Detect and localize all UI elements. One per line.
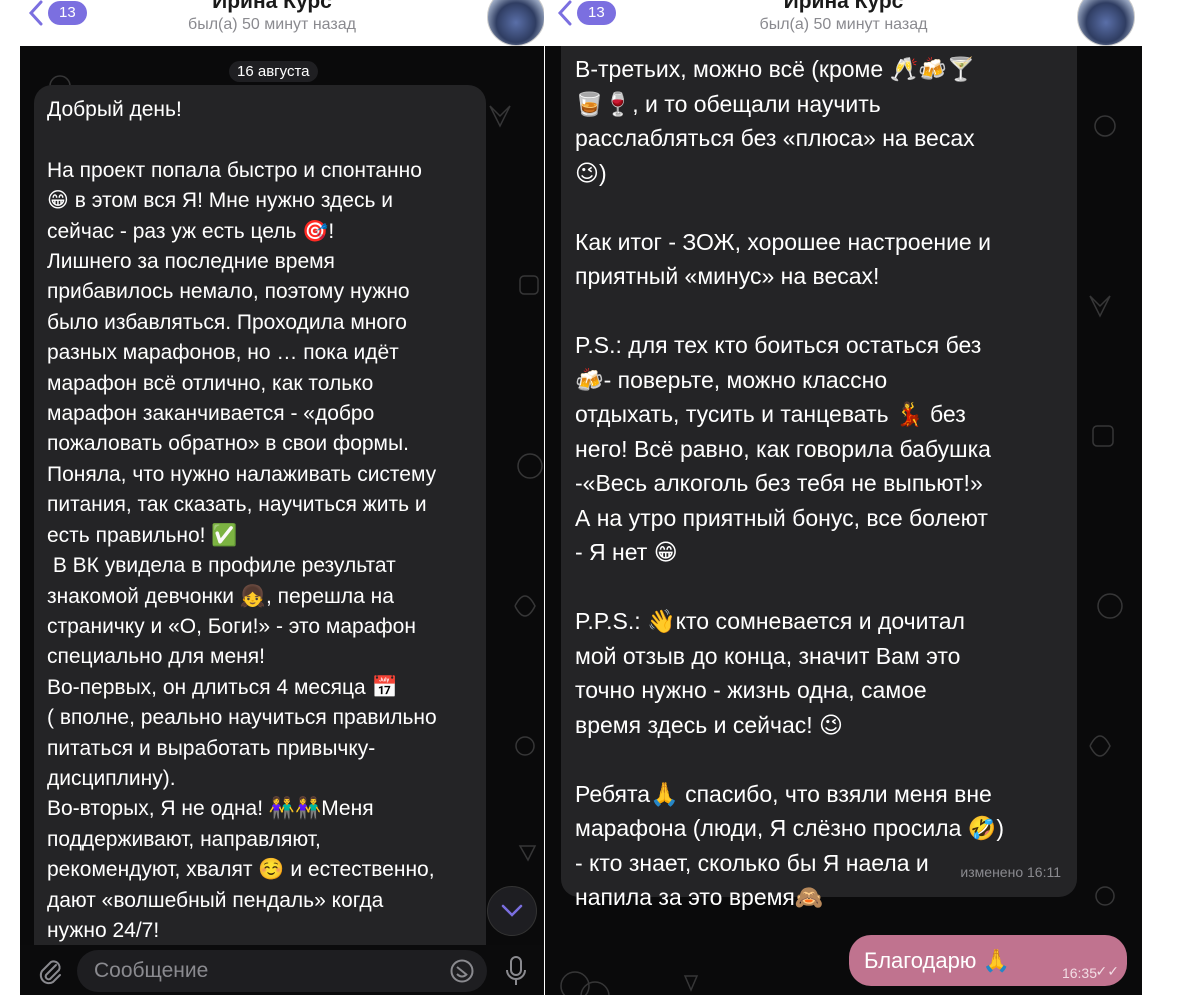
message-line: питания, так сказать, научиться жить и (47, 493, 427, 517)
message-time: 16:35 (1061, 965, 1097, 981)
message-line: P.P.S.: 👋кто сомневается и дочитал (575, 608, 965, 634)
message-line: Лишнего за последние время (47, 250, 335, 274)
message-line: пожаловать обратно» в свои формы. (47, 432, 409, 456)
message-line: расслабляться без «плюса» на весах (575, 125, 975, 151)
message-line: Во-первых, он длиться 4 месяца 📅 (47, 675, 398, 699)
contact-status: был(а) 50 минут назад (188, 16, 356, 33)
read-checkmarks-icon: ✓✓ (1095, 963, 1119, 979)
incoming-message[interactable]: Добрый день! На проект попала быстро и с… (34, 85, 486, 965)
message-line: мой отзыв до конца, значит Вам это (575, 642, 961, 669)
message-line: 🍻- поверьте, можно классно (575, 366, 888, 393)
message-line: - Я нет 😁 (575, 539, 678, 565)
message-line (47, 125, 486, 155)
message-line: него! Всё равно, как говорила бабушка (575, 435, 991, 462)
message-line: Ребята🙏 спасибо, что взяли меня вне (575, 780, 992, 807)
message-line: есть правильно! ✅ (47, 523, 238, 547)
screen-edge (1142, 0, 1179, 995)
sticker-icon[interactable] (449, 958, 475, 984)
message-line: марафон всё отлично, как только (47, 371, 374, 395)
message-input-bar: Сообщение (20, 945, 544, 995)
message-line: точно нужно - жизнь одна, самое (575, 677, 927, 703)
chat-screen-right: В-третьих, можно всё (кроме 🥂🍻🍸 🥃🍷, и то … (545, 0, 1142, 995)
message-line: разных марафонов, но … пока идёт (47, 341, 399, 365)
message-line: сейчас - раз уж есть цель 🎯! (47, 219, 335, 243)
message-line: прибавилось немало, поэтому нужно (47, 280, 410, 304)
message-line: В-третьих, можно всё (кроме 🥂🍻🍸 (575, 56, 976, 82)
message-line: нужно 24/7! (47, 918, 160, 942)
message-line: Во-вторых, Я не одна! 👫👫Меня (47, 797, 374, 821)
message-line: отдыхать, тусить и танцевать 💃 без (575, 401, 966, 427)
contact-name[interactable]: Ирина Курс (545, 0, 1142, 14)
avatar[interactable] (487, 0, 544, 46)
edited-label: изменено 16:11 (960, 863, 1061, 880)
message-line: Поняла, что нужно налаживать систему (47, 462, 437, 486)
chat-header: 13 Ирина Курс был(а) 50 минут назад (545, 0, 1142, 46)
message-line (575, 742, 1077, 777)
message-line (575, 570, 1077, 605)
message-line: приятный «минус» на весах! (575, 263, 880, 289)
message-line: время здесь и сейчас! 😉 (575, 711, 843, 738)
chevron-down-icon (501, 904, 523, 917)
message-line: знакомой девчонки 👧, перешла на (47, 584, 394, 608)
message-line: марафон заканчивается - «добро (47, 402, 375, 426)
message-line: Как итог - ЗОЖ, хорошее настроение и (575, 228, 991, 255)
chat-screen-left: 13 Ирина Курс был(а) 50 минут назад 16 а… (0, 0, 544, 995)
message-line: марафона (люди, Я слёзно просила 🤣) (575, 815, 1005, 841)
message-line: специально для меня! (47, 645, 265, 669)
date-separator: 16 августа (229, 61, 318, 82)
message-line: питаться и выработать привычку- (47, 736, 376, 760)
message-line: страничку и «О, Боги!» - это марафон (47, 614, 416, 638)
message-line (575, 294, 1077, 329)
microphone-icon[interactable] (505, 955, 527, 987)
input-placeholder: Сообщение (94, 959, 209, 982)
message-line: На проект попала быстро и спонтанно (47, 158, 422, 182)
message-line: А на утро приятный бонус, все болеют (575, 504, 988, 531)
message-line: 😉) (575, 159, 607, 186)
message-line: рекомендуют, хвалят ☺️ и естественно, (47, 858, 435, 882)
message-line: дают «волшебный пендаль» когда (47, 888, 384, 912)
contact-status: был(а) 50 минут назад (759, 16, 928, 33)
message-line: -«Весь алкоголь без тебя не выпьют!» (575, 470, 983, 496)
message-line: 😁 в этом вся Я! Мне нужно здесь и (47, 189, 393, 213)
scroll-down-button[interactable] (487, 886, 537, 936)
avatar[interactable] (1077, 0, 1135, 46)
outgoing-message[interactable]: Благодарю 🙏 16:35 ✓✓ (849, 935, 1127, 986)
message-line: ( вполне, реально научиться правильно (47, 706, 437, 730)
message-line: P.S.: для тех кто боиться остаться без (575, 332, 982, 358)
message-input[interactable]: Сообщение (77, 950, 487, 992)
message-line: В ВК увидела в профиле результат (47, 554, 396, 578)
message-line (575, 190, 1077, 225)
message-line: 🥃🍷, и то обещали научить (575, 90, 881, 117)
message-line: Добрый день! (47, 98, 182, 121)
outgoing-message-text: Благодарю 🙏 (864, 948, 1010, 973)
message-line: было избавляться. Проходила много (47, 310, 407, 334)
contact-name[interactable]: Ирина Курс (0, 0, 544, 14)
message-line: дисциплину). (47, 766, 176, 790)
incoming-message[interactable]: В-третьих, можно всё (кроме 🥂🍻🍸 🥃🍷, и то … (561, 0, 1077, 910)
paperclip-icon[interactable] (36, 957, 64, 985)
message-line: поддерживают, направляют, (47, 827, 321, 851)
chat-header: 13 Ирина Курс был(а) 50 минут назад (0, 0, 544, 46)
